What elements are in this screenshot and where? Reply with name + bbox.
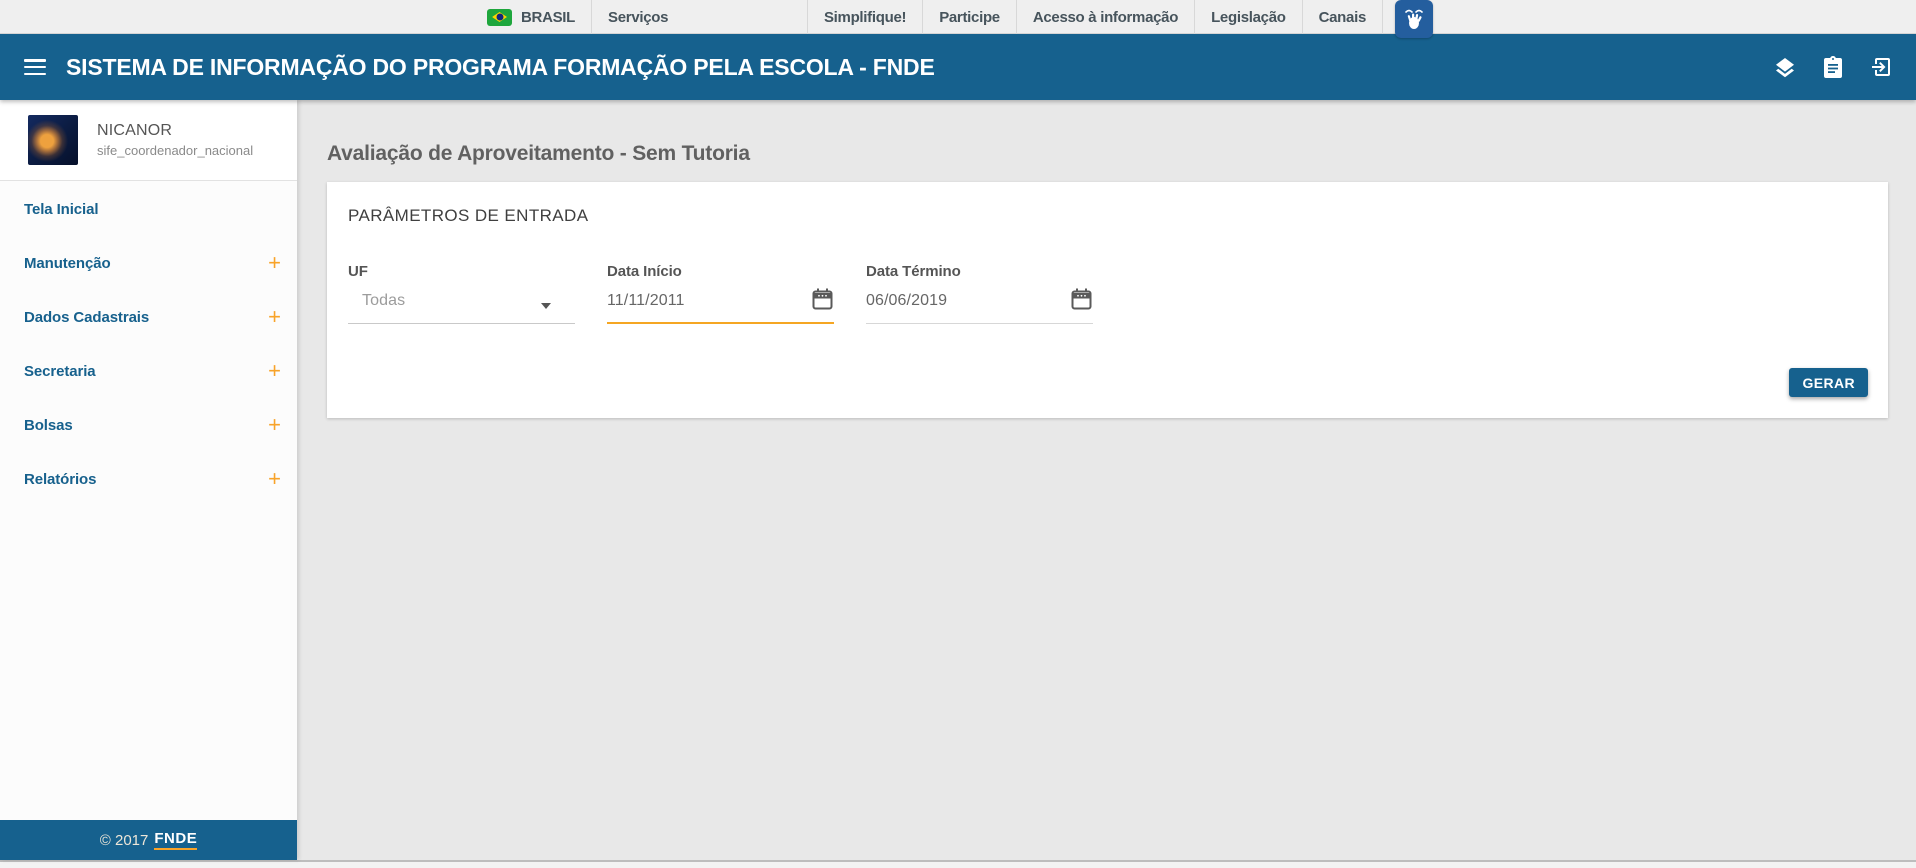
app-header: SISTEMA DE INFORMAÇÃO DO PROGRAMA FORMAÇ…: [0, 34, 1916, 100]
app-title: SISTEMA DE INFORMAÇÃO DO PROGRAMA FORMAÇ…: [66, 54, 935, 81]
expand-plus-icon[interactable]: +: [268, 360, 281, 382]
sidebar-item-label: Secretaria: [24, 363, 96, 380]
copyright-text: © 2017: [100, 832, 149, 849]
sidebar-item-relatorios[interactable]: Relatórios +: [0, 452, 297, 506]
expand-plus-icon[interactable]: +: [268, 252, 281, 274]
brazil-flag-icon: [487, 9, 512, 26]
data-inicio-field[interactable]: Data Início 11/11/2011: [607, 263, 834, 324]
user-avatar: [28, 115, 78, 165]
data-inicio-value: 11/11/2011: [607, 292, 834, 314]
layers-icon[interactable]: [1772, 54, 1798, 80]
vlibras-hands-icon[interactable]: [1395, 0, 1433, 38]
uf-select[interactable]: UF Todas: [348, 263, 575, 324]
participe-link[interactable]: Participe: [923, 0, 1016, 34]
field-underline: [348, 323, 575, 324]
sidebar-item-secretaria[interactable]: Secretaria +: [0, 344, 297, 398]
sidebar-item-dados-cadastrais[interactable]: Dados Cadastrais +: [0, 290, 297, 344]
fnde-link[interactable]: FNDE: [154, 830, 197, 850]
brasil-label: BRASIL: [521, 9, 575, 26]
simplifique-link[interactable]: Simplifique!: [808, 0, 922, 34]
sidebar-item-label: Manutenção: [24, 255, 111, 272]
acesso-informacao-link[interactable]: Acesso à informação: [1017, 0, 1194, 34]
field-underline-focused: [607, 322, 834, 324]
chevron-down-icon: [541, 303, 551, 309]
uf-label: UF: [348, 263, 575, 280]
sidebar-item-label: Tela Inicial: [24, 201, 98, 218]
servicos-link[interactable]: Serviços: [592, 0, 684, 34]
canais-link[interactable]: Canais: [1303, 0, 1382, 34]
data-termino-field[interactable]: Data Término 06/06/2019: [866, 263, 1093, 324]
main-content: Avaliação de Aproveitamento - Sem Tutori…: [297, 100, 1916, 860]
government-top-bar: BRASIL Serviços Simplifique! Participe A…: [0, 0, 1916, 34]
horizontal-scrollbar-track[interactable]: [0, 860, 1916, 868]
parameters-card: PARÂMETROS DE ENTRADA UF Todas Data Iníc…: [327, 182, 1888, 418]
sidebar-footer: © 2017 FNDE: [0, 820, 297, 860]
menu-hamburger-icon[interactable]: [24, 59, 46, 75]
card-title: PARÂMETROS DE ENTRADA: [327, 182, 1888, 226]
brasil-gov-link[interactable]: BRASIL: [487, 0, 591, 34]
parameters-form: UF Todas Data Início 11/11/2011: [348, 263, 1888, 324]
data-inicio-label: Data Início: [607, 263, 834, 280]
sidebar-item-tela-inicial[interactable]: Tela Inicial: [0, 182, 297, 236]
page-title: Avaliação de Aproveitamento - Sem Tutori…: [327, 142, 1888, 166]
expand-plus-icon[interactable]: +: [268, 468, 281, 490]
logout-icon[interactable]: [1868, 54, 1894, 80]
user-card: NICANOR sife_coordenador_nacional: [0, 100, 297, 181]
sidebar: NICANOR sife_coordenador_nacional Tela I…: [0, 100, 297, 860]
data-termino-value: 06/06/2019: [866, 292, 1093, 314]
sidebar-item-label: Bolsas: [24, 417, 73, 434]
page: BRASIL Serviços Simplifique! Participe A…: [0, 0, 1916, 868]
calendar-icon[interactable]: [1070, 287, 1093, 316]
user-name: NICANOR: [97, 122, 253, 140]
user-role: sife_coordenador_nacional: [97, 143, 253, 158]
expand-plus-icon[interactable]: +: [268, 414, 281, 436]
sidebar-item-label: Relatórios: [24, 471, 96, 488]
field-underline: [866, 323, 1093, 324]
divider: [1382, 0, 1383, 34]
clipboard-icon[interactable]: [1820, 54, 1846, 80]
sidebar-item-label: Dados Cadastrais: [24, 309, 149, 326]
legislacao-link[interactable]: Legislação: [1195, 0, 1302, 34]
sidebar-menu: Tela Inicial Manutenção + Dados Cadastra…: [0, 181, 297, 820]
data-termino-label: Data Término: [866, 263, 1093, 280]
sidebar-item-bolsas[interactable]: Bolsas +: [0, 398, 297, 452]
calendar-icon[interactable]: [811, 287, 834, 316]
expand-plus-icon[interactable]: +: [268, 306, 281, 328]
gerar-button[interactable]: GERAR: [1789, 368, 1868, 397]
sidebar-item-manutencao[interactable]: Manutenção +: [0, 236, 297, 290]
